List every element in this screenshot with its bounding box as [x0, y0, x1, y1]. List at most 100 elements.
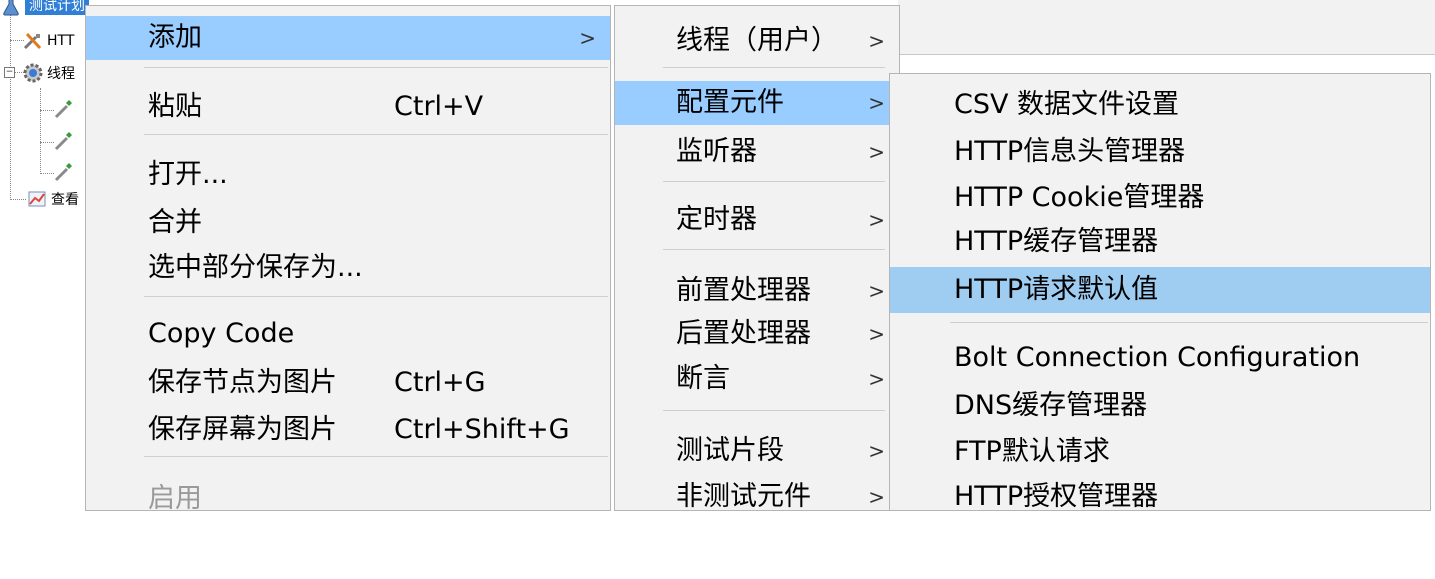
- menu-separator: [663, 249, 885, 250]
- menu-item-label: 后置处理器: [676, 318, 811, 349]
- submenu-arrow-icon: >: [868, 279, 885, 303]
- pipette-icon: [52, 98, 74, 120]
- menu-item-label: HTTP Cookie管理器: [954, 182, 1205, 213]
- tree-node-label: 查看: [51, 192, 79, 208]
- menu-item-label: Copy Code: [148, 318, 295, 349]
- menu-item-label: 监听器: [676, 136, 757, 167]
- submenu-arrow-icon: >: [868, 485, 885, 509]
- submenu-arrow-icon: >: [579, 26, 596, 50]
- tree-guide-line: [40, 88, 41, 174]
- submenu-item-post-processor[interactable]: 后置处理器 >: [615, 312, 899, 356]
- menu-item-save-node-as-image[interactable]: 保存节点为图片 Ctrl+G: [86, 361, 610, 405]
- submenu-item-assertion[interactable]: 断言 >: [615, 357, 899, 401]
- tree-guide-line: [10, 14, 11, 200]
- tree-node-sampler[interactable]: [52, 98, 77, 120]
- tree-node-thread-group[interactable]: 线程: [22, 62, 75, 84]
- menu-separator: [663, 410, 885, 411]
- menu-item-add[interactable]: 添加 >: [86, 16, 610, 60]
- menu-item-label: 粘贴: [148, 91, 202, 122]
- menu-item-shortcut: Ctrl+Shift+G: [394, 414, 570, 445]
- submenu-arrow-icon: >: [868, 367, 885, 391]
- menu-item-label: 合并: [148, 207, 202, 238]
- menu-item-label: 保存节点为图片: [148, 367, 337, 398]
- menu-item-label: 断言: [676, 363, 730, 394]
- config-item-bolt-connection[interactable]: Bolt Connection Configuration: [890, 336, 1430, 380]
- config-item-http-cookie-manager[interactable]: HTTP Cookie管理器: [890, 176, 1430, 220]
- config-item-http-auth-manager[interactable]: HTTP授权管理器: [890, 475, 1430, 519]
- config-item-csv-data-set[interactable]: CSV 数据文件设置: [890, 83, 1430, 127]
- submenu-arrow-icon: >: [868, 29, 885, 53]
- menu-item-label: 配置元件: [676, 87, 784, 118]
- menu-item-label: 非测试元件: [676, 481, 811, 512]
- menu-item-label: HTTP请求默认值: [954, 274, 1159, 305]
- menu-item-label: FTP默认请求: [954, 436, 1110, 467]
- submenu-item-non-test-element[interactable]: 非测试元件 >: [615, 475, 899, 519]
- submenu-item-timer[interactable]: 定时器 >: [615, 198, 899, 242]
- menu-item-label: 前置处理器: [676, 275, 811, 306]
- menu-item-label: HTTP信息头管理器: [954, 136, 1186, 167]
- wrench-icon: [22, 30, 44, 52]
- submenu-arrow-icon: >: [868, 140, 885, 164]
- submenu-arrow-icon: >: [868, 439, 885, 463]
- menu-separator: [144, 67, 608, 68]
- menu-item-label: CSV 数据文件设置: [954, 89, 1180, 120]
- tree-node-label: HTT: [47, 33, 75, 49]
- menu-item-label: HTTP授权管理器: [954, 481, 1159, 512]
- menu-item-open[interactable]: 打开...: [86, 153, 610, 197]
- menu-item-label: HTTP缓存管理器: [954, 226, 1159, 257]
- menu-item-label: Bolt Connection Configuration: [954, 342, 1361, 373]
- pipette-icon: [52, 130, 74, 152]
- tree-node-sampler[interactable]: [52, 161, 77, 183]
- context-menu: 添加 > 粘贴 Ctrl+V 打开... 合并 选中部分保存为... Copy …: [85, 5, 611, 514]
- config-item-http-cache-manager[interactable]: HTTP缓存管理器: [890, 220, 1430, 264]
- config-item-http-request-defaults[interactable]: HTTP请求默认值: [890, 267, 1430, 313]
- menu-item-save-selection-as[interactable]: 选中部分保存为...: [86, 246, 610, 290]
- menu-item-label: 测试片段: [676, 435, 784, 466]
- menu-item-label: 选中部分保存为...: [148, 252, 363, 283]
- flask-icon: [0, 0, 22, 17]
- menu-item-enable: 启用: [86, 477, 610, 521]
- tree-node-http-defaults[interactable]: HTT: [22, 30, 74, 52]
- menu-item-save-screen-as-image[interactable]: 保存屏幕为图片 Ctrl+Shift+G: [86, 408, 610, 452]
- menu-item-paste[interactable]: 粘贴 Ctrl+V: [86, 85, 610, 129]
- menu-item-shortcut: Ctrl+V: [394, 91, 484, 122]
- tree-node-listener[interactable]: 查看: [26, 188, 79, 210]
- menu-separator: [144, 296, 608, 297]
- tree-guide-line: [10, 199, 26, 200]
- menu-item-label: 打开...: [148, 159, 228, 190]
- window-toolbar-strip: [898, 0, 1435, 55]
- submenu-item-config-element[interactable]: 配置元件 >: [615, 81, 899, 125]
- tree-node-test-plan[interactable]: 测试计划: [0, 0, 89, 17]
- submenu-arrow-icon: >: [868, 91, 885, 115]
- menu-item-label: 线程（用户）: [676, 25, 838, 56]
- menu-item-label: 定时器: [676, 204, 757, 235]
- tree-node-label: 测试计划: [25, 0, 89, 15]
- menu-item-shortcut: Ctrl+G: [394, 367, 486, 398]
- config-element-submenu: CSV 数据文件设置 HTTP信息头管理器 HTTP Cookie管理器 HTT…: [889, 73, 1431, 512]
- submenu-arrow-icon: >: [868, 208, 885, 232]
- menu-separator: [663, 67, 885, 68]
- menu-separator: [950, 322, 1428, 323]
- menu-separator: [144, 456, 608, 457]
- menu-item-merge[interactable]: 合并: [86, 201, 610, 245]
- menu-item-label: 添加: [148, 22, 202, 53]
- config-item-ftp-request-defaults[interactable]: FTP默认请求: [890, 430, 1430, 474]
- tree-collapse-toggle[interactable]: −: [4, 67, 15, 78]
- add-submenu: 线程（用户） > 配置元件 > 监听器 > 定时器 > 前置处理器 > 后置处理…: [614, 5, 900, 512]
- menu-item-label: 启用: [148, 483, 202, 514]
- menu-item-label: DNS缓存管理器: [954, 390, 1148, 421]
- menu-item-label: 保存屏幕为图片: [148, 414, 337, 445]
- gear-icon: [22, 62, 44, 84]
- submenu-item-pre-processor[interactable]: 前置处理器 >: [615, 269, 899, 313]
- menu-item-copy-code[interactable]: Copy Code: [86, 312, 610, 356]
- config-item-dns-cache-manager[interactable]: DNS缓存管理器: [890, 384, 1430, 428]
- submenu-arrow-icon: >: [868, 322, 885, 346]
- menu-separator: [144, 134, 608, 135]
- submenu-item-test-fragment[interactable]: 测试片段 >: [615, 429, 899, 473]
- submenu-item-threads-users[interactable]: 线程（用户） >: [615, 19, 899, 63]
- menu-separator: [663, 181, 885, 182]
- tree-node-label: 线程: [47, 66, 75, 82]
- config-item-http-header-manager[interactable]: HTTP信息头管理器: [890, 130, 1430, 174]
- tree-node-sampler[interactable]: [52, 130, 77, 152]
- submenu-item-listener[interactable]: 监听器 >: [615, 130, 899, 174]
